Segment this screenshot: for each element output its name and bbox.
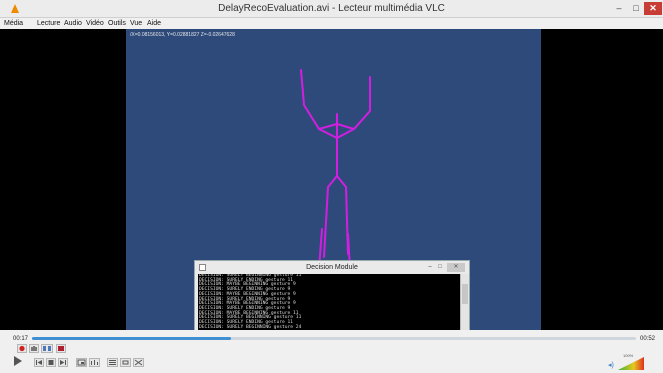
console-scrollbar[interactable] bbox=[460, 274, 469, 335]
play-icon bbox=[14, 356, 22, 366]
dialog-minimize-button[interactable]: – bbox=[425, 263, 435, 272]
record-button[interactable] bbox=[17, 344, 27, 353]
frame-step-icon bbox=[58, 346, 64, 351]
menu-playback[interactable]: Lecture bbox=[37, 18, 60, 29]
seek-bar[interactable] bbox=[32, 337, 636, 340]
snapshot-button[interactable] bbox=[29, 344, 39, 353]
dialog-maximize-button[interactable]: □ bbox=[435, 263, 445, 272]
record-icon bbox=[19, 345, 25, 352]
menu-help[interactable]: Aide bbox=[147, 18, 161, 29]
maximize-button[interactable]: □ bbox=[628, 2, 644, 15]
controls-bar: 00:17 00:52 ◂) 100% bbox=[0, 330, 663, 373]
extended-settings-button[interactable] bbox=[89, 358, 100, 367]
window-title: DelayRecoEvaluation.avi - Lecteur multim… bbox=[218, 3, 445, 14]
menu-audio[interactable]: Audio bbox=[64, 18, 82, 29]
console-output: DECISION: SURELY BEGINNING gesture 11 DE… bbox=[198, 274, 460, 335]
loop-icon bbox=[122, 360, 129, 365]
shuffle-icon bbox=[134, 359, 143, 366]
stop-button[interactable] bbox=[46, 358, 56, 367]
frame-step-button[interactable] bbox=[56, 344, 66, 353]
vlc-window: DelayRecoEvaluation.avi - Lecteur multim… bbox=[0, 0, 663, 373]
menu-video[interactable]: Vidéo bbox=[86, 18, 104, 29]
previous-button[interactable] bbox=[34, 358, 44, 367]
loop-ab-button[interactable] bbox=[41, 344, 53, 353]
menu-bar: Média Lecture Audio Vidéo Outils Vue Aid… bbox=[0, 18, 663, 29]
previous-icon bbox=[36, 360, 42, 365]
menu-tools[interactable]: Outils bbox=[108, 18, 126, 29]
next-icon bbox=[60, 360, 66, 365]
seek-progress bbox=[32, 337, 232, 340]
loop-ab-icon bbox=[43, 346, 51, 351]
equalizer-icon bbox=[91, 360, 98, 365]
fullscreen-button[interactable] bbox=[76, 358, 87, 367]
dialog-close-button[interactable]: ✕ bbox=[447, 263, 465, 272]
title-bar: DelayRecoEvaluation.avi - Lecteur multim… bbox=[0, 0, 663, 18]
play-button[interactable] bbox=[11, 354, 24, 368]
playlist-button[interactable] bbox=[107, 358, 118, 367]
fullscreen-icon bbox=[77, 359, 86, 366]
volume-slider[interactable] bbox=[618, 357, 644, 370]
speaker-icon[interactable]: ◂) bbox=[608, 361, 614, 369]
menu-view[interactable]: Vue bbox=[130, 18, 142, 29]
playlist-icon bbox=[109, 360, 116, 365]
close-button[interactable]: ✕ bbox=[644, 2, 662, 15]
stop-icon bbox=[48, 360, 54, 365]
minimize-button[interactable]: – bbox=[610, 2, 628, 15]
loop-button[interactable] bbox=[120, 358, 131, 367]
decision-module-window: Decision Module – □ ✕ DECISION: SURELY B… bbox=[194, 260, 470, 335]
total-time: 00:52 bbox=[640, 336, 656, 342]
menu-media[interactable]: Média bbox=[4, 18, 23, 29]
scrollbar-thumb[interactable] bbox=[462, 284, 468, 304]
camera-icon bbox=[31, 346, 37, 351]
elapsed-time: 00:17 bbox=[13, 336, 29, 342]
next-button[interactable] bbox=[58, 358, 68, 367]
shuffle-button[interactable] bbox=[133, 358, 144, 367]
